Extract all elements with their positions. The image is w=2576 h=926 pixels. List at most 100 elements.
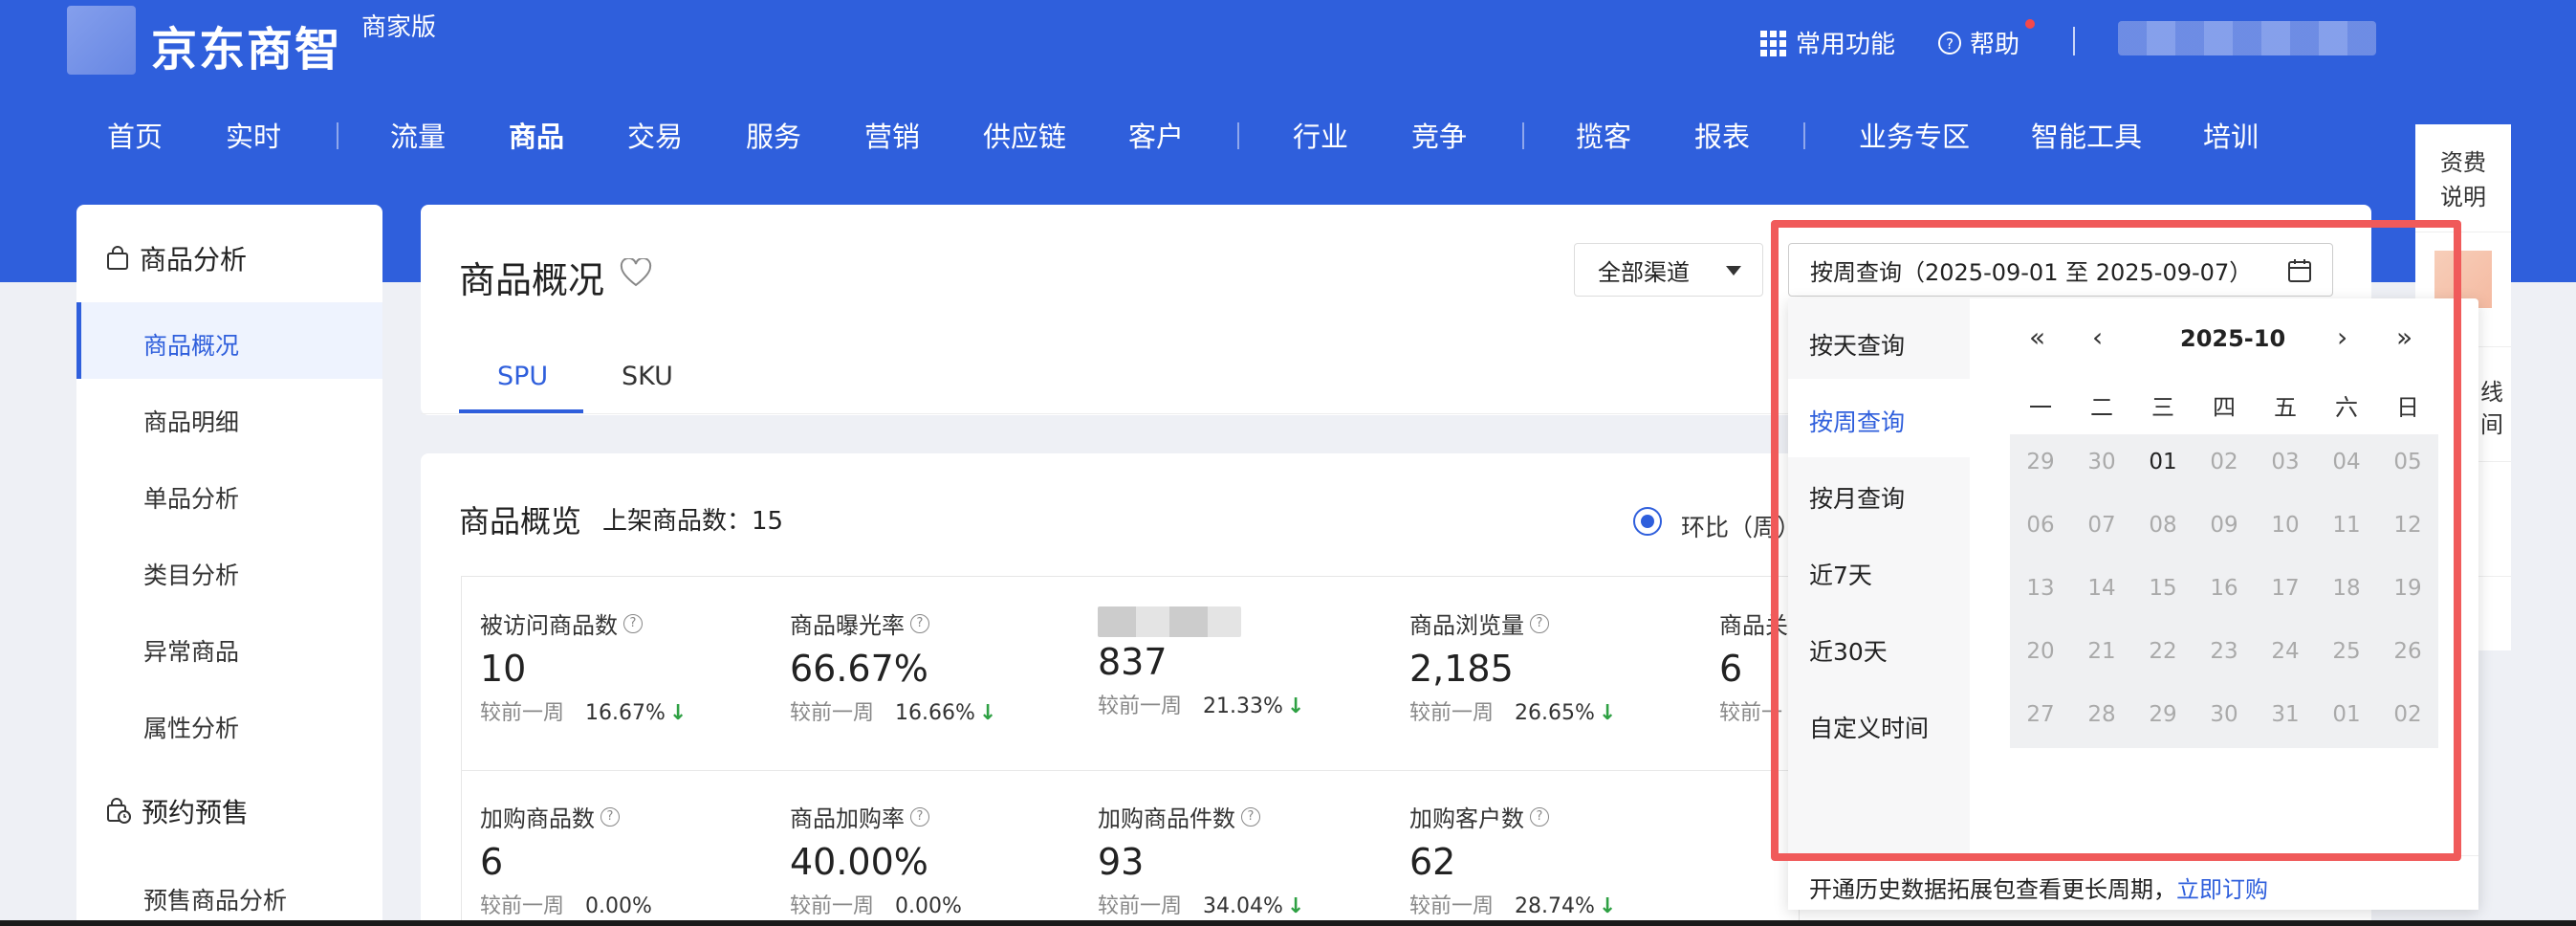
metrics-row-divider (461, 770, 1800, 771)
history-data-notice: 开通历史数据拓展包查看更长周期，立即订购 (1809, 871, 2268, 904)
logo-image (67, 6, 136, 75)
arrow-down-icon: ↓ (1598, 701, 1617, 725)
arrow-down-icon: ↓ (1286, 694, 1305, 718)
caret-down-icon (1726, 266, 1741, 276)
metric-compare-label: 较前一周 (1409, 701, 1495, 725)
help-button[interactable]: ? 帮助 (1937, 19, 2035, 60)
metric-change: 16.67% (585, 701, 666, 725)
metric-cart-products[interactable]: 加购商品数? 6 较前一周 0.00% (480, 800, 652, 919)
heart-icon[interactable] (620, 258, 652, 287)
arrow-down-icon: ↓ (668, 701, 688, 725)
sidebar-section-product-analysis[interactable]: 商品分析 (105, 239, 247, 277)
common-functions-label: 常用功能 (1796, 31, 1896, 59)
sidebar-item-single-product[interactable]: 单品分析 (143, 480, 239, 515)
listed-product-count: 上架商品数：15 (602, 507, 784, 536)
metric-change: 34.04% (1203, 894, 1283, 918)
nav-traffic[interactable]: 流量 (390, 115, 446, 155)
bottom-edge (0, 920, 2576, 926)
help-icon[interactable]: ? (1530, 806, 1549, 827)
sidebar-item-abnormal[interactable]: 异常商品 (143, 633, 239, 668)
nav-product[interactable]: 商品 (509, 115, 564, 155)
compare-radio[interactable] (1633, 507, 1662, 536)
history-data-text: 开通历史数据拓展包查看更长周期， (1809, 876, 2176, 903)
rail-fragment: 间 (2480, 411, 2503, 438)
metric-value: 837 (1098, 641, 1168, 683)
help-label: 帮助 (1970, 31, 2020, 59)
help-icon[interactable]: ? (1241, 806, 1260, 827)
channel-select-value: 全部渠道 (1598, 258, 1690, 286)
metric-value: 66.67% (790, 648, 928, 690)
sidebar-item-presale-analysis[interactable]: 预售商品分析 (143, 882, 287, 916)
nav-service[interactable]: 服务 (746, 115, 801, 155)
nav-competition[interactable]: 竞争 (1411, 115, 1467, 155)
sidebar-item-product-detail[interactable]: 商品明细 (143, 404, 239, 438)
help-icon[interactable]: ? (1530, 613, 1549, 633)
sidebar-item-attribute[interactable]: 属性分析 (143, 710, 239, 744)
metric-change: 16.66% (895, 701, 975, 725)
help-icon[interactable]: ? (600, 806, 620, 827)
metric-label: 被访问商品数 (480, 612, 618, 639)
metric-compare-label: 较前一周 (1409, 894, 1495, 918)
shopping-bag-icon (107, 246, 128, 270)
metric-label: 加购商品数 (480, 805, 595, 832)
metric-exposure-rate[interactable]: 商品曝光率? 66.67% 较前一周 16.66% ↓ (790, 606, 996, 726)
sidebar-item-category[interactable]: 类目分析 (143, 557, 239, 591)
overview-title: 商品概览 (459, 503, 582, 540)
metric-value: 40.00% (790, 841, 928, 883)
metric-cart-units[interactable]: 加购商品件数? 93 较前一周 34.04% ↓ (1098, 800, 1304, 919)
metric-change: 21.33% (1203, 694, 1283, 718)
metric-label-blurred (1098, 606, 1241, 637)
metric-compare-label: 较前一周 (1098, 694, 1183, 718)
metric-value: 10 (480, 648, 527, 690)
nav-supply-chain[interactable]: 供应链 (983, 115, 1066, 155)
metric-label: 加购客户数 (1409, 805, 1524, 832)
metric-compare-label: 较前一周 (790, 701, 875, 725)
metric-page-views[interactable]: 商品浏览量? 2,185 较前一周 26.65% ↓ (1409, 606, 1616, 726)
metric-cart-customers[interactable]: 加购客户数? 62 较前一周 28.74% ↓ (1409, 800, 1616, 919)
help-icon[interactable]: ? (910, 613, 929, 633)
nav-reports[interactable]: 报表 (1694, 115, 1750, 155)
nav-smart-tools[interactable]: 智能工具 (2031, 115, 2142, 155)
metric-change: 28.74% (1515, 894, 1595, 918)
metric-visited-products[interactable]: 被访问商品数? 10 较前一周 16.67% ↓ (480, 606, 687, 726)
pricing-info-link[interactable]: 资费说明 (2436, 145, 2490, 214)
highlight-box (1771, 220, 2461, 861)
sidebar-section-presale[interactable]: 预约预售 (105, 792, 249, 830)
help-circle-icon: ? (1938, 31, 1961, 55)
metric-blurred[interactable]: 837 较前一周 21.33% ↓ (1098, 606, 1304, 719)
page-title: 商品概况 (459, 259, 605, 301)
sidebar-item-product-overview[interactable]: 商品概况 (143, 327, 239, 362)
nav-marketing[interactable]: 营销 (864, 115, 920, 155)
common-functions-button[interactable]: 常用功能 (1759, 25, 1895, 60)
arrow-down-icon: ↓ (1286, 894, 1305, 918)
channel-select[interactable]: 全部渠道 (1574, 243, 1763, 297)
nav-customer[interactable]: 客户 (1128, 115, 1184, 155)
nav-training[interactable]: 培训 (2203, 115, 2259, 155)
help-icon[interactable]: ? (623, 613, 643, 633)
header-divider (2073, 27, 2075, 55)
metric-change: 0.00% (895, 894, 962, 918)
metric-change: 0.00% (585, 894, 652, 918)
svg-text:?: ? (1946, 35, 1954, 53)
nav-acquire[interactable]: 揽客 (1576, 115, 1631, 155)
nav-home[interactable]: 首页 (107, 115, 163, 155)
logo-subtitle: 商家版 (361, 13, 437, 42)
nav-separator (337, 122, 338, 149)
subscribe-now-link[interactable]: 立即订购 (2176, 876, 2268, 903)
metric-label: 商品浏览量 (1409, 612, 1524, 639)
tab-spu[interactable]: SPU (497, 362, 548, 391)
metric-compare-label: 较前一周 (790, 894, 875, 918)
user-account-blurred[interactable] (2118, 21, 2376, 55)
help-icon[interactable]: ? (910, 806, 929, 827)
tab-sku[interactable]: SKU (622, 362, 673, 391)
nav-realtime[interactable]: 实时 (226, 115, 281, 155)
arrow-down-icon: ↓ (978, 701, 997, 725)
nav-industry[interactable]: 行业 (1293, 115, 1348, 155)
metric-compare-label: 较前一周 (480, 701, 565, 725)
nav-business-zone[interactable]: 业务专区 (1859, 115, 1970, 155)
metric-label: 商品曝光率 (790, 612, 905, 639)
metric-cart-rate[interactable]: 商品加购率? 40.00% 较前一周 0.00% (790, 800, 962, 919)
metric-value: 2,185 (1409, 648, 1514, 690)
sidebar-section-label: 商品分析 (140, 244, 248, 276)
nav-trade[interactable]: 交易 (627, 115, 683, 155)
